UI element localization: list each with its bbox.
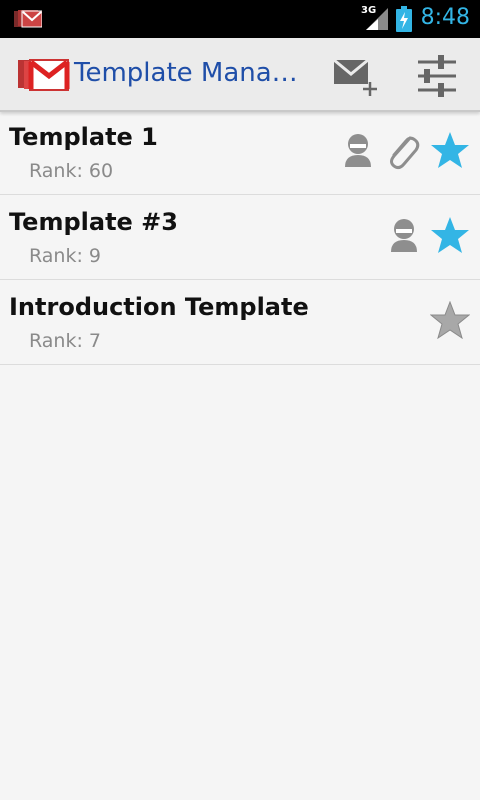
person-icon [342, 133, 374, 171]
template-title: Template #3 [9, 208, 178, 236]
settings-sliders-icon [408, 50, 466, 104]
signal-icon [364, 8, 390, 34]
settings-button[interactable] [408, 50, 466, 100]
status-bar: 3G 8:48 [0, 0, 480, 38]
template-list: Template 1 Rank: 60 Template #3 Rank: 9 … [0, 110, 480, 365]
template-rank: Rank: 7 [29, 330, 102, 352]
template-rank: Rank: 9 [29, 245, 102, 267]
template-icons [342, 128, 470, 176]
template-icons [388, 213, 470, 261]
template-row[interactable]: Template #3 Rank: 9 [0, 195, 480, 280]
star-icon[interactable] [430, 216, 470, 258]
template-row[interactable]: Template 1 Rank: 60 [0, 110, 480, 195]
action-bar: Template Mana… [0, 38, 480, 112]
template-row[interactable]: Introduction Template Rank: 7 [0, 280, 480, 365]
star-icon[interactable] [429, 300, 471, 343]
person-icon [388, 218, 420, 256]
template-title: Template 1 [9, 123, 158, 151]
new-message-icon [324, 50, 382, 104]
app-title: Template Mana… [74, 58, 298, 88]
new-template-button[interactable] [324, 50, 382, 100]
template-title: Introduction Template [9, 293, 309, 321]
template-icons [429, 298, 471, 346]
battery-charging-icon [396, 6, 412, 36]
star-icon[interactable] [430, 131, 470, 173]
status-clock: 8:48 [420, 5, 470, 30]
app-logo-icon[interactable] [18, 56, 70, 96]
gmail-notification-icon [14, 9, 43, 33]
attachment-icon [384, 130, 420, 174]
template-rank: Rank: 60 [29, 160, 114, 182]
